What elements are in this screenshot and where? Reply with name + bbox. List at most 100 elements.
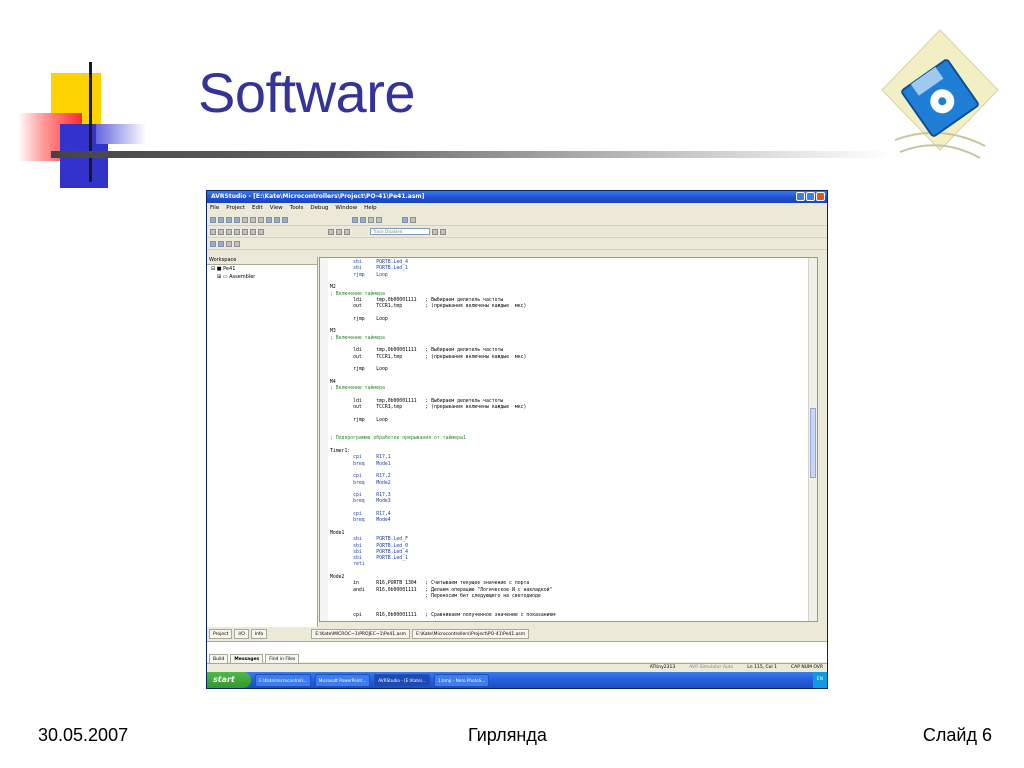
minimize-button[interactable]	[796, 192, 805, 201]
window-title: AVRStudio - [E:\Kate\Microcontrollers\Pr…	[211, 193, 425, 200]
code-line: cpi R16,0b00001111 ; Сравниваем полученн…	[330, 612, 556, 618]
step-into-icon[interactable]	[210, 228, 216, 235]
taskbar-item-nero[interactable]: 1.bmp - Nero PhotoS...	[434, 673, 490, 687]
footer-slide-number: Слайд 6	[922, 725, 992, 745]
trace-combo[interactable]: Trace Disabled	[370, 228, 430, 235]
editor-scrollbar[interactable]	[808, 258, 817, 621]
code-editor[interactable]: sbi PORTB.Led_4 sbi PORTB.Led_1 rjmp Loo…	[319, 257, 818, 622]
code-line: ldi tmp,0b00001111 ; Выбираем делитель ч…	[330, 348, 504, 354]
trace-settings-icon[interactable]	[440, 228, 446, 235]
code-line: sbi PORTB.Led_1	[330, 266, 408, 272]
code-line: breq Mode2	[330, 480, 391, 486]
tree-item-project[interactable]: ⊟ ■ Pe41	[207, 265, 317, 273]
toolbar-standard	[207, 214, 827, 226]
toggle-breakpoint-icon[interactable]	[258, 228, 264, 235]
tab-info[interactable]: Info	[250, 629, 268, 639]
menu-window[interactable]: Window	[335, 203, 357, 214]
code-line: breq Mode4	[330, 518, 391, 524]
scrollbar-thumb[interactable]	[810, 408, 816, 478]
menu-debug[interactable]: Debug	[310, 203, 328, 214]
code-line: out TCCR1,tmp ; (прерывания включены каж…	[330, 354, 527, 360]
code-line: rjmp Loop	[330, 367, 388, 373]
taskbar-item-explorer[interactable]: E:\Kate\microcontroll...	[255, 673, 311, 687]
memory-icon[interactable]	[336, 228, 342, 235]
copy-icon[interactable]	[250, 216, 256, 223]
code-line: reti	[330, 562, 365, 568]
build-run-icon[interactable]	[360, 216, 366, 223]
stop-icon[interactable]	[410, 216, 416, 223]
code-line: cpi R17,1	[330, 455, 391, 461]
decor-vertical-line	[89, 62, 92, 182]
code-line: M2	[330, 285, 336, 291]
tree-item-assembler[interactable]: ⊞ ▭ Assembler	[207, 273, 317, 281]
save-all-icon[interactable]	[234, 216, 240, 223]
file-tab-2[interactable]: E:\Kate\Microcontrollers\Project\PO-41\P…	[412, 629, 530, 639]
bottom-tabs: Project I/O Info E:\Kate\MICROC~1\PROJEC…	[207, 629, 827, 639]
code-line: in R16,PORTB 1304 ; Считываем текущее зн…	[330, 581, 530, 587]
save-icon[interactable]	[226, 216, 232, 223]
cut-icon[interactable]	[242, 216, 248, 223]
code-line: sbi PORTB.Led_4	[330, 549, 408, 555]
output-panel: Build Messages Find in Files	[207, 641, 827, 665]
new-file-icon[interactable]	[210, 216, 216, 223]
run-icon[interactable]	[402, 216, 408, 223]
paste-icon[interactable]	[258, 216, 264, 223]
menu-help[interactable]: Help	[364, 203, 377, 214]
status-position: Ln 115, Col 1	[747, 665, 777, 670]
menu-tools[interactable]: Tools	[290, 203, 304, 214]
trace-option-icon[interactable]	[432, 228, 438, 235]
step-over-icon[interactable]	[218, 228, 224, 235]
status-platform: AVR Simulator Auto	[689, 665, 734, 670]
code-line: andi R16,0b00001111 ; Делаем операцию "Л…	[330, 587, 553, 593]
redo-icon[interactable]	[274, 216, 280, 223]
menu-file[interactable]: File	[210, 203, 219, 214]
code-line: rjmp Loop	[330, 417, 388, 423]
window-titlebar[interactable]: AVRStudio - [E:\Kate\Microcontrollers\Pr…	[207, 191, 827, 203]
code-line: Mode2	[330, 575, 345, 580]
menu-project[interactable]: Project	[226, 203, 245, 214]
view-icon-3[interactable]	[226, 240, 232, 247]
view-icon-4[interactable]	[234, 240, 240, 247]
code-line: M3	[330, 329, 336, 335]
build-icon[interactable]	[352, 216, 358, 223]
maximize-button[interactable]	[806, 192, 815, 201]
compile-icon[interactable]	[368, 216, 374, 223]
tab-io[interactable]: I/O	[234, 629, 249, 639]
reset-icon[interactable]	[242, 228, 248, 235]
register-icon[interactable]	[344, 228, 350, 235]
run-to-cursor-icon[interactable]	[234, 228, 240, 235]
break-icon[interactable]	[250, 228, 256, 235]
tree-item-project-label: Pe41	[223, 266, 236, 272]
workspace-header: Workspace	[207, 257, 317, 265]
avr-studio-window: AVRStudio - [E:\Kate\Microcontrollers\Pr…	[206, 190, 828, 689]
tab-project[interactable]: Project	[209, 629, 233, 639]
code-line: breq Mode3	[330, 499, 391, 505]
view-icon-1[interactable]	[210, 240, 216, 247]
taskbar-item-avrstudio[interactable]: AVRStudio - [E:\Kate\...	[374, 673, 431, 687]
watch-icon[interactable]	[328, 228, 334, 235]
menubar: File Project Edit View Tools Debug Windo…	[207, 203, 827, 214]
bookmark-icon[interactable]	[376, 216, 382, 223]
view-icon-2[interactable]	[218, 240, 224, 247]
undo-icon[interactable]	[266, 216, 272, 223]
system-tray: EN	[812, 672, 827, 688]
menu-view[interactable]: View	[270, 203, 283, 214]
code-line: ldi tmp,0b00001111 ; Выбираем делитель ч…	[330, 297, 504, 303]
taskbar-item-powerpoint[interactable]: Microsoft PowerPoint...	[314, 673, 371, 687]
code-line: cpi R17,4	[330, 512, 391, 517]
status-device: ATtiny2313	[649, 665, 676, 670]
code-line: Mode1	[330, 530, 345, 536]
code-line: Timer1:	[330, 449, 351, 454]
menu-edit[interactable]: Edit	[252, 203, 263, 214]
close-button[interactable]	[816, 192, 825, 201]
open-file-icon[interactable]	[218, 216, 224, 223]
code-line: M4	[330, 379, 336, 385]
start-button[interactable]: start	[207, 672, 251, 688]
status-bar: ATtiny2313 AVR Simulator Auto Ln 115, Co…	[207, 663, 827, 671]
find-icon[interactable]	[282, 216, 288, 223]
code-line: cpi R17,3	[330, 493, 391, 499]
code-line: rjmp Loop	[330, 272, 388, 278]
step-out-icon[interactable]	[226, 228, 232, 235]
file-tab-1[interactable]: E:\Kate\MICROC~1\PROJEC~1\Pe41.asm	[311, 629, 411, 639]
code-line: sbi PORTB.Led_1	[330, 556, 408, 562]
